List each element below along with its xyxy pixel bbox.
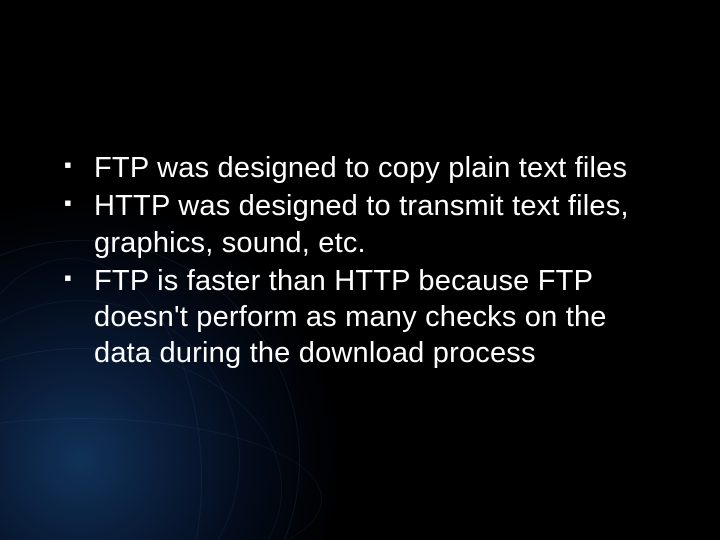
bullet-item: FTP is faster than HTTP because FTP does… [60,263,670,372]
bullet-list: FTP was designed to copy plain text file… [60,150,670,372]
background-gridline [0,418,322,540]
slide: FTP was designed to copy plain text file… [0,0,720,540]
background-gridline [0,348,282,540]
bullet-item: HTTP was designed to transmit text files… [60,188,670,261]
slide-body: FTP was designed to copy plain text file… [60,150,670,374]
bullet-item: FTP was designed to copy plain text file… [60,150,670,186]
